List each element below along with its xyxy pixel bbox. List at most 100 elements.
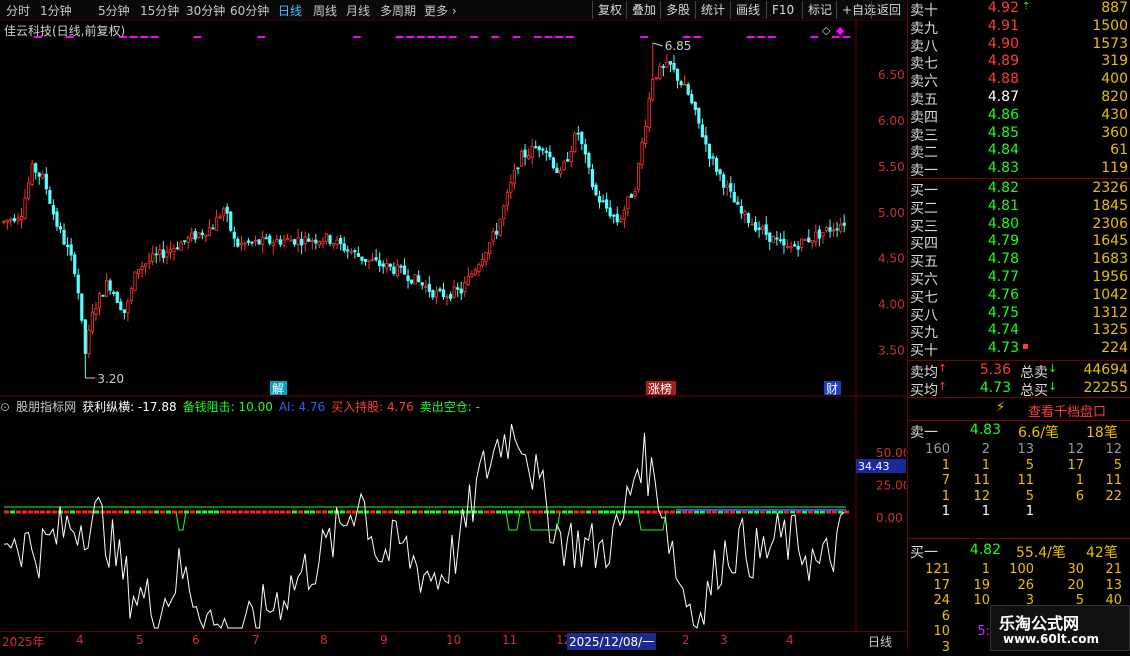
candle-body xyxy=(619,218,623,222)
level-volume: 61 xyxy=(1110,142,1128,159)
queue-buy-per: 55.4/笔 xyxy=(1016,545,1066,561)
date-label: 10 xyxy=(446,633,462,647)
queue-cell: 1 xyxy=(1075,473,1084,488)
queue-cell: 100 xyxy=(1009,562,1034,577)
level-price: 4.81 xyxy=(987,197,1019,214)
ask-row[interactable]: 卖十 4.92 ⇡ 887 xyxy=(908,0,1130,19)
bid-row[interactable]: 买八 4.75 1312 xyxy=(908,305,1130,324)
period-60min[interactable]: 60分钟 xyxy=(230,2,269,19)
queue-cell: 10 xyxy=(933,624,950,639)
candle-body xyxy=(470,273,474,277)
candle-body xyxy=(339,237,343,245)
bid-row[interactable]: 买七 4.76 1042 xyxy=(908,287,1130,306)
period-1min[interactable]: 1分钟 xyxy=(40,2,72,19)
period-monthly[interactable]: 月线 xyxy=(346,2,370,19)
candle-body xyxy=(530,146,534,158)
signal-dot xyxy=(257,36,266,38)
queue-sell-head: 卖一 4.83 6.6/笔 18笔 xyxy=(908,422,1130,441)
queue-buy-count: 42笔 xyxy=(1086,545,1118,561)
ask-row[interactable]: 卖八 4.90 1573 xyxy=(908,36,1130,55)
restore-rights-button[interactable]: 复权 xyxy=(592,1,622,19)
candle-body xyxy=(321,240,325,245)
period-15min[interactable]: 15分钟 xyxy=(140,2,179,19)
signal-dot xyxy=(353,36,361,38)
candle-body xyxy=(232,231,236,239)
buy-queue-row: 121 1 100 30 21 xyxy=(908,562,1130,578)
candle-body xyxy=(686,84,690,95)
signal-dot xyxy=(640,36,649,38)
bid-row[interactable]: 买四 4.79 1645 xyxy=(908,233,1130,252)
more-label: 更多 xyxy=(424,4,449,18)
candle-body xyxy=(183,240,187,243)
candle-body xyxy=(800,238,804,248)
ask-row[interactable]: 卖四 4.86 430 xyxy=(908,107,1130,126)
period-weekly[interactable]: 周线 xyxy=(313,2,337,19)
candle-body xyxy=(406,275,410,282)
signal-dot xyxy=(544,36,553,38)
candle-body xyxy=(775,237,779,240)
multi-stock-button[interactable]: 多股 xyxy=(660,1,690,19)
low-annotation: 3.20 xyxy=(97,372,124,386)
candle-body xyxy=(356,253,360,257)
period-fenshi[interactable]: 分时 xyxy=(6,2,30,19)
candle-body xyxy=(378,260,382,266)
candle-body xyxy=(140,265,144,270)
candle-body xyxy=(165,251,169,258)
candle-body xyxy=(764,224,768,235)
diamond-icon: ◇ xyxy=(822,24,831,37)
overlay-button[interactable]: 叠加 xyxy=(626,1,656,19)
period-daily[interactable]: 日线 xyxy=(278,2,302,19)
sell-queue-row: 1 12 5 6 22 xyxy=(908,489,1130,505)
bid-row[interactable]: 买九 4.74 1325 xyxy=(908,322,1130,341)
date-label: 5 xyxy=(136,633,144,647)
level-volume: 2306 xyxy=(1092,215,1128,232)
statistics-button[interactable]: 统计 xyxy=(695,1,725,19)
period-label[interactable]: 日线 xyxy=(868,633,892,650)
bid-row[interactable]: 买六 4.77 1956 xyxy=(908,269,1130,288)
period-5min[interactable]: 5分钟 xyxy=(98,2,130,19)
candle-body xyxy=(204,234,208,237)
queue-cell: 1 xyxy=(981,457,990,473)
candle-body xyxy=(253,239,258,242)
candle-body xyxy=(314,239,318,244)
signal-dot xyxy=(438,36,446,38)
candle-body xyxy=(9,218,13,221)
period-30min[interactable]: 30分钟 xyxy=(186,2,225,19)
candle-body xyxy=(722,174,726,188)
candle-body xyxy=(771,236,775,244)
queue-cell: 13 xyxy=(1017,442,1034,457)
queue-sell-price: 4.83 xyxy=(969,422,1001,438)
candle-body xyxy=(803,239,807,241)
bid-row[interactable]: 买一 4.82 2326 xyxy=(908,180,1130,199)
bid-row[interactable]: 买十 4.73 ▪ 224 xyxy=(908,340,1130,359)
sell-queue-row: 160 2 13 12 12 xyxy=(908,442,1130,458)
back-button[interactable]: 返回 xyxy=(871,1,901,19)
ask-row[interactable]: 卖五 4.87 820 xyxy=(908,89,1130,108)
date-axis: 2025年 4 5 6 7 8 9 10 11 12 2025/12/08/一 … xyxy=(0,631,906,651)
ask-row[interactable]: 卖六 4.88 400 xyxy=(908,71,1130,90)
total-sell-label: 总卖 xyxy=(1020,365,1048,381)
period-multi[interactable]: 多周期 xyxy=(380,2,416,19)
buy-queue-row: 17 19 26 20 13 xyxy=(908,578,1130,594)
bid-row[interactable]: 买二 4.81 1845 xyxy=(908,197,1130,217)
bid-row[interactable]: 买五 4.78 1683 xyxy=(908,251,1130,270)
kline-chart[interactable]: 6.50 6.00 5.50 5.00 4.50 4.00 3.50 6.85 3.20 解 涨榜 财… xyxy=(0,20,906,631)
draw-line-button[interactable]: 画线 xyxy=(730,1,760,19)
indicator-collapse-icon[interactable]: ⊙ xyxy=(0,400,10,414)
queue-cell: 160 xyxy=(925,442,950,457)
ask-row[interactable]: 卖一 4.83 119 xyxy=(908,160,1130,179)
thousand-level-button[interactable]: ⚡ 查看千档盘口 xyxy=(908,398,1130,420)
ask-row[interactable]: 卖七 4.89 319 xyxy=(908,53,1130,72)
candle-body xyxy=(651,78,655,101)
mark-button[interactable]: 标记 xyxy=(802,1,832,19)
signal-dot xyxy=(150,36,159,38)
queue-sell-per: 6.6/笔 xyxy=(1018,425,1059,441)
bid-row[interactable]: 买三 4.80 2306 xyxy=(908,215,1130,235)
f10-button[interactable]: F10 xyxy=(766,1,794,19)
ask-row[interactable]: 卖二 4.84 61 xyxy=(908,142,1130,161)
ask-row[interactable]: 卖九 4.91 1500 xyxy=(908,18,1130,37)
period-more[interactable]: 更多 › xyxy=(424,2,457,19)
arrow-up-icon: ↑ xyxy=(938,380,948,393)
candle-body xyxy=(30,163,34,185)
ask-row[interactable]: 卖三 4.85 360 xyxy=(908,125,1130,144)
